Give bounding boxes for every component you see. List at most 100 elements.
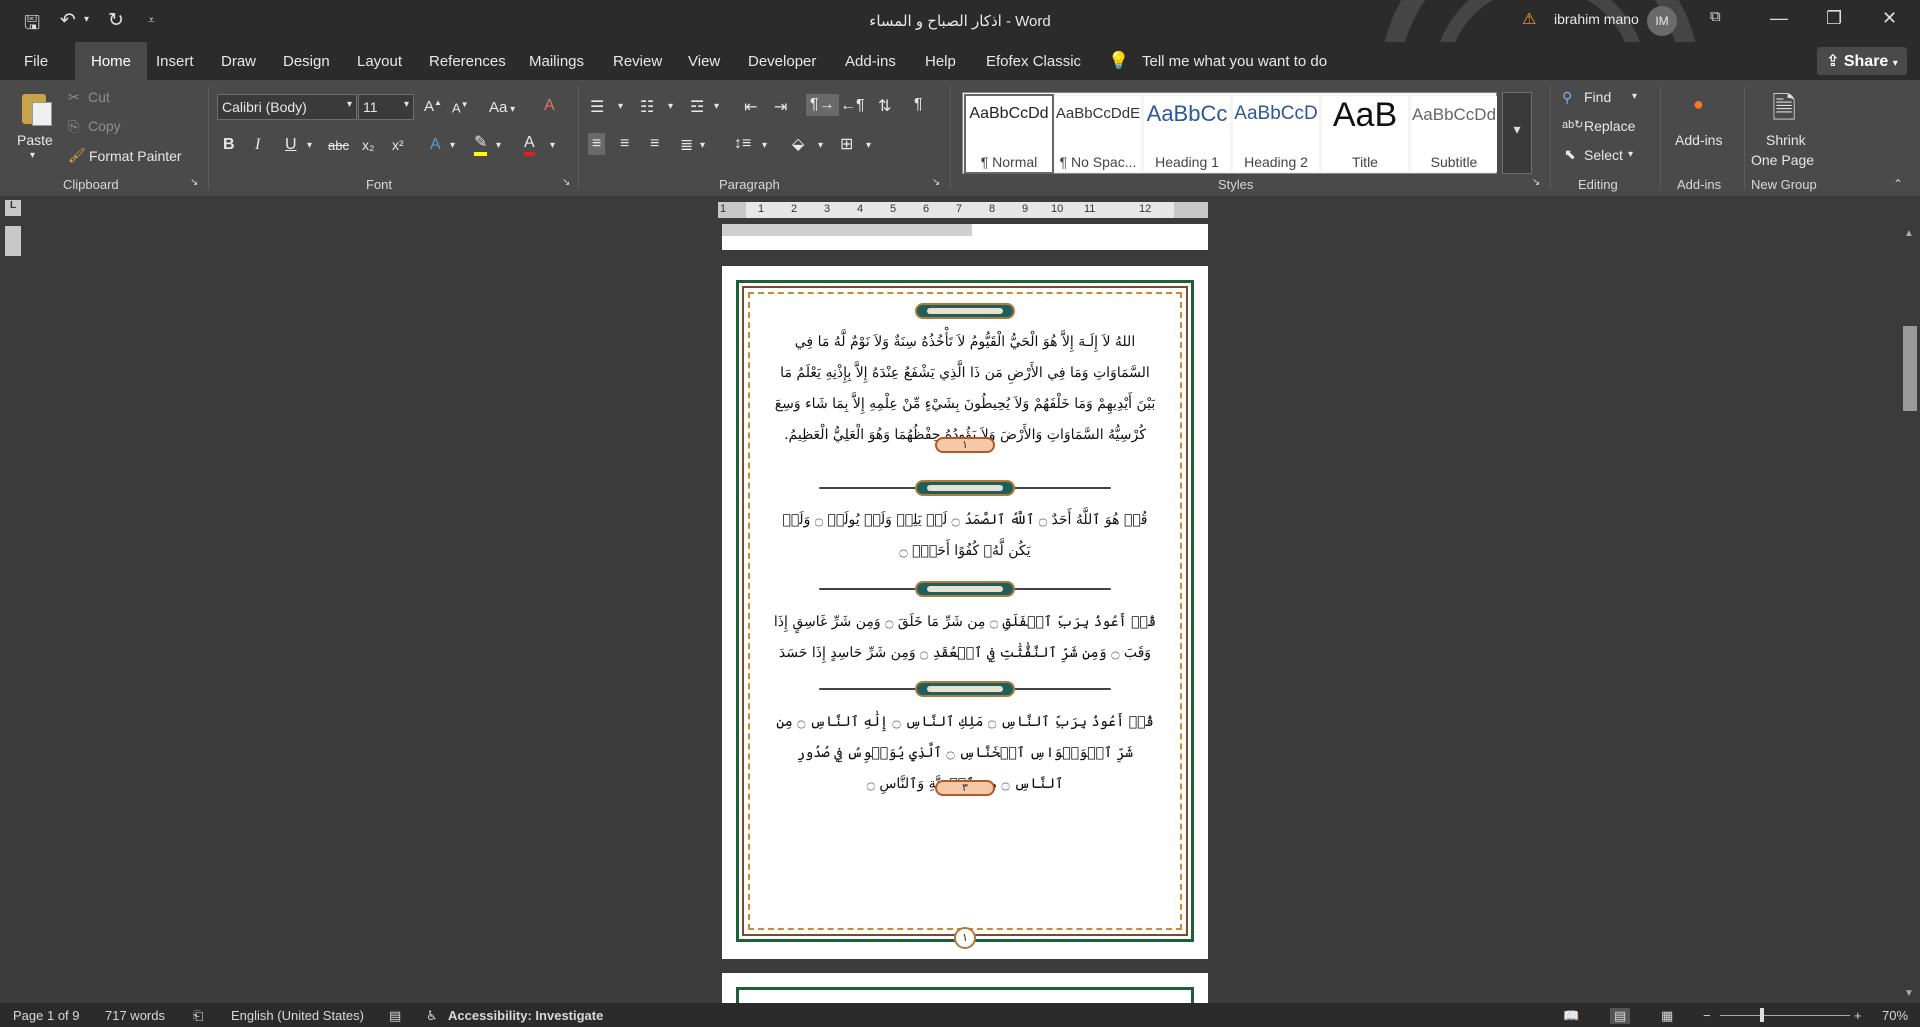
macro-recording-icon[interactable]: ▤: [389, 1008, 401, 1024]
decrease-indent-icon[interactable]: ⇤: [744, 97, 757, 117]
document-page[interactable]: اللهُ لاَ إِلَـهَ إِلاَّ هُوَ الْحَيُّ ا…: [722, 266, 1208, 959]
tab-insert[interactable]: Insert: [156, 53, 194, 70]
tab-mailings[interactable]: Mailings: [529, 53, 584, 70]
chevron-down-icon[interactable]: ▾: [1628, 149, 1633, 160]
zoom-out-icon[interactable]: −: [1703, 1008, 1711, 1023]
styles-more-button[interactable]: ▾: [1502, 92, 1532, 174]
replace-button[interactable]: Replace: [1584, 118, 1635, 134]
tab-draw[interactable]: Draw: [221, 53, 256, 70]
find-button[interactable]: Find: [1584, 89, 1611, 105]
zoom-slider-thumb[interactable]: [1760, 1008, 1764, 1022]
surah-ikhlas-text[interactable]: قُلۡ هُوَ ٱللَّهُ أَحَدٌ ۝ ٱللَّهُ ٱلصَّ…: [773, 505, 1157, 567]
style-heading-1[interactable]: AaBbCc Heading 1: [1144, 96, 1230, 172]
shading-icon[interactable]: ⬙: [792, 134, 804, 154]
find-icon[interactable]: ⚲: [1562, 89, 1572, 106]
chevron-down-icon[interactable]: ▾: [714, 101, 719, 112]
read-mode-icon[interactable]: 📖: [1563, 1008, 1579, 1024]
horizontal-ruler[interactable]: 1 1 2 3 4 5 6 7 8 9 10 11 12: [718, 202, 1208, 218]
scroll-down-icon[interactable]: ▼: [1904, 988, 1914, 999]
borders-icon[interactable]: ⊞: [840, 134, 853, 154]
proofing-icon[interactable]: ⎗: [193, 1008, 203, 1024]
show-formatting-icon[interactable]: ¶: [914, 96, 923, 114]
avatar[interactable]: IM: [1647, 6, 1677, 36]
paste-dropdown-icon[interactable]: ▾: [30, 150, 35, 161]
copy-icon[interactable]: ⎘: [68, 118, 79, 135]
tab-file[interactable]: File: [24, 53, 48, 70]
font-size-combo[interactable]: 11 ▾: [358, 94, 414, 120]
replace-icon[interactable]: ab↻: [1562, 118, 1583, 131]
tab-view[interactable]: View: [688, 53, 720, 70]
add-ins-icon[interactable]: ●: [1693, 94, 1704, 115]
copy-button[interactable]: Copy: [88, 118, 121, 134]
scroll-up-icon[interactable]: ▲: [1904, 228, 1914, 239]
share-button[interactable]: ⇪ Share ▾: [1817, 47, 1907, 75]
ayat-al-kursi-text[interactable]: اللهُ لاَ إِلَـهَ إِلاَّ هُوَ الْحَيُّ ا…: [773, 327, 1157, 451]
paste-button[interactable]: Paste: [17, 132, 53, 148]
zoom-in-icon[interactable]: +: [1854, 1008, 1862, 1023]
chevron-down-icon[interactable]: ▾: [762, 140, 767, 151]
tab-layout[interactable]: Layout: [357, 53, 402, 70]
tab-developer[interactable]: Developer: [748, 53, 816, 70]
multilevel-list-icon[interactable]: ☲: [690, 97, 704, 117]
underline-dropdown-icon[interactable]: ▾: [307, 140, 312, 151]
accessibility-status[interactable]: Accessibility: Investigate: [448, 1008, 603, 1023]
font-family-combo[interactable]: Calibri (Body) ▾: [217, 94, 357, 120]
underline-button[interactable]: U: [285, 136, 297, 154]
style-heading-2[interactable]: AaBbCcD Heading 2: [1233, 96, 1319, 172]
increase-indent-icon[interactable]: ⇥: [774, 97, 787, 117]
align-left-icon[interactable]: ≡: [588, 133, 606, 155]
word-count[interactable]: 717 words: [105, 1008, 165, 1023]
zoom-level[interactable]: 70%: [1882, 1008, 1908, 1023]
tell-me-input[interactable]: Tell me what you want to do: [1142, 53, 1327, 70]
text-effects-dropdown-icon[interactable]: ▾: [450, 140, 455, 151]
shrink-one-page-icon[interactable]: 🗎: [1772, 86, 1796, 137]
font-color-dropdown-icon[interactable]: ▾: [550, 140, 555, 151]
format-painter-icon[interactable]: 🖌: [68, 147, 86, 164]
shrink-one-page-line2[interactable]: One Page: [1751, 152, 1814, 168]
paste-icon[interactable]: [18, 88, 54, 128]
style-normal[interactable]: AaBbCcDd ¶ Normal: [964, 94, 1054, 174]
styles-launcher-icon[interactable]: ↘: [1532, 177, 1540, 188]
text-effects-icon[interactable]: A: [430, 136, 441, 154]
print-layout-icon[interactable]: ▤: [1610, 1008, 1631, 1024]
numbering-icon[interactable]: ☷: [640, 97, 654, 117]
chevron-down-icon[interactable]: ▾: [1632, 91, 1637, 102]
clear-formatting-icon[interactable]: A: [544, 97, 555, 115]
style-no-spacing[interactable]: AaBbCcDdE ¶ No Spac...: [1055, 96, 1141, 172]
vertical-ruler[interactable]: [5, 226, 21, 256]
vertical-scrollbar[interactable]: ▲ ▼: [1900, 226, 1920, 1003]
minimize-icon[interactable]: —: [1770, 8, 1788, 29]
select-icon[interactable]: ⬉: [1564, 146, 1576, 163]
tab-selector[interactable]: L: [5, 200, 21, 216]
tab-home[interactable]: Home: [75, 42, 148, 80]
language-status[interactable]: English (United States): [231, 1008, 364, 1023]
align-center-icon[interactable]: ≡: [620, 135, 629, 153]
style-title[interactable]: AaB Title: [1322, 96, 1408, 172]
ribbon-display-options-icon[interactable]: ⧉: [1710, 8, 1721, 25]
change-case-button[interactable]: Aa ▾: [489, 99, 515, 116]
chevron-down-icon[interactable]: ▾: [818, 140, 823, 151]
chevron-down-icon[interactable]: ▾: [700, 140, 705, 151]
subscript-button[interactable]: x₂: [362, 137, 374, 153]
grow-font-icon[interactable]: A▲: [424, 98, 442, 115]
web-layout-icon[interactable]: ▦: [1661, 1008, 1673, 1024]
scrollbar-thumb[interactable]: [1903, 326, 1917, 411]
clipboard-launcher-icon[interactable]: ↘: [190, 177, 198, 188]
user-name[interactable]: ibrahim mano: [1554, 11, 1639, 27]
previous-page[interactable]: [722, 224, 1208, 250]
bullets-icon[interactable]: ☰: [590, 97, 604, 117]
chevron-down-icon[interactable]: ▾: [866, 140, 871, 151]
tab-references[interactable]: References: [429, 53, 506, 70]
tab-add-ins[interactable]: Add-ins: [845, 53, 896, 70]
superscript-button[interactable]: x²: [392, 137, 404, 153]
restore-icon[interactable]: ❐: [1826, 8, 1842, 29]
select-button[interactable]: Select: [1584, 147, 1623, 163]
line-spacing-icon[interactable]: ↕≡: [734, 135, 751, 153]
warning-icon[interactable]: ⚠: [1522, 9, 1536, 29]
paragraph-launcher-icon[interactable]: ↘: [932, 177, 940, 188]
zoom-slider[interactable]: [1720, 1015, 1850, 1016]
format-painter-button[interactable]: Format Painter: [89, 148, 182, 164]
style-subtitle[interactable]: AaBbCcDd Subtitle: [1411, 96, 1497, 172]
accessibility-icon[interactable]: ♿: [426, 1008, 438, 1024]
tab-help[interactable]: Help: [925, 53, 956, 70]
